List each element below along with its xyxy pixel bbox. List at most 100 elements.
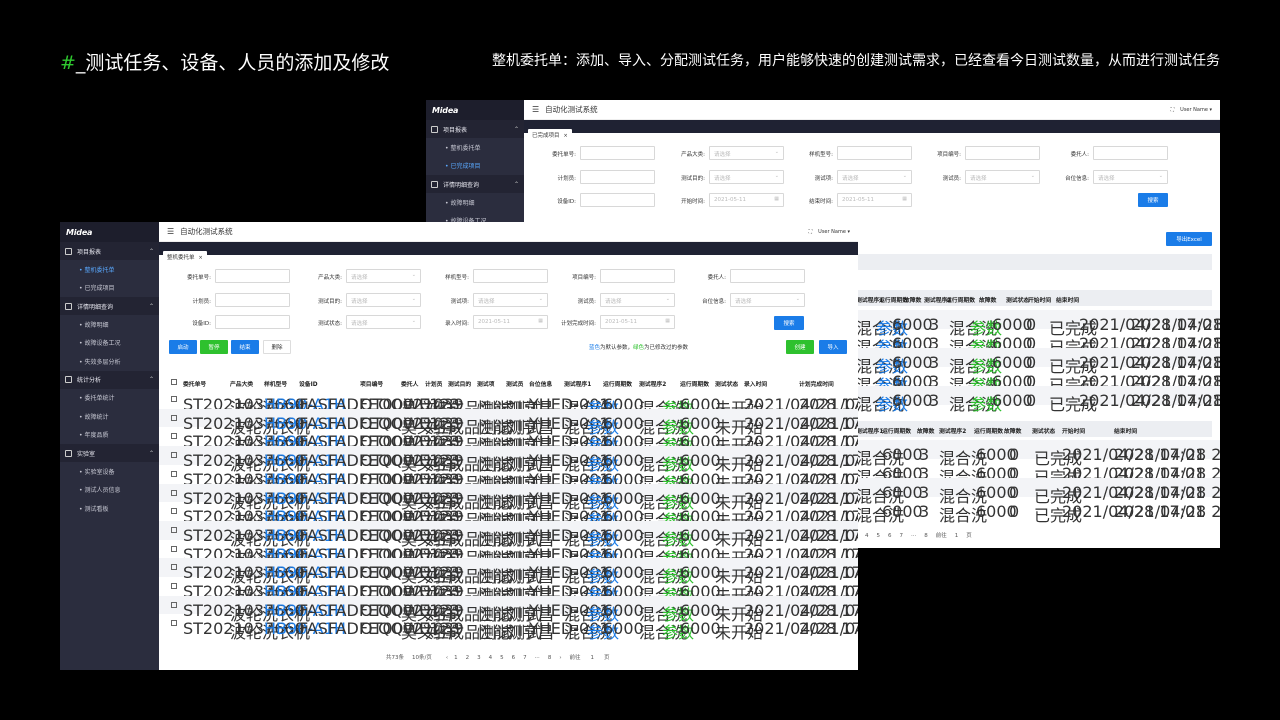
page-number[interactable]: 2: [466, 655, 470, 661]
filter-input[interactable]: [730, 269, 805, 283]
user-menu[interactable]: User Name ▾: [818, 229, 850, 235]
menu-item[interactable]: • 已完成项目: [60, 279, 159, 298]
pause-button[interactable]: 暂停: [200, 340, 228, 354]
page-number[interactable]: 7: [523, 655, 527, 661]
menu-group[interactable]: 详情明细查询 ⌃: [426, 175, 524, 193]
row-checkbox[interactable]: [171, 601, 177, 608]
page-item[interactable]: 1: [955, 533, 959, 539]
menu-item[interactable]: • 故障统计: [60, 407, 159, 426]
table-row: ST2021037660波轮洗衣机HB90-A1HFASFADFEQQWE123…: [159, 483, 858, 512]
menu-item[interactable]: • 故障设备工况: [60, 334, 159, 353]
row-checkbox[interactable]: [171, 564, 177, 571]
next-page-icon[interactable]: ›: [559, 655, 561, 661]
filter-input[interactable]: [580, 170, 655, 184]
row-checkbox[interactable]: [171, 545, 177, 552]
create-button[interactable]: 创建: [786, 340, 814, 354]
menu-item[interactable]: • 测试人员信息: [60, 481, 159, 500]
filter-input[interactable]: [473, 269, 548, 283]
menu-item[interactable]: • 实验室设备: [60, 462, 159, 481]
menu-group[interactable]: 实验室 ⌃: [60, 444, 159, 462]
page-item[interactable]: 5: [877, 533, 881, 539]
page-number[interactable]: 5: [500, 655, 504, 661]
filter-input[interactable]: [580, 146, 655, 160]
filter-input[interactable]: [600, 269, 675, 283]
page-item[interactable]: 8: [924, 533, 928, 539]
page-number[interactable]: 4: [489, 655, 493, 661]
hamburger-icon[interactable]: ☰: [532, 105, 539, 114]
page-number[interactable]: 8: [548, 655, 552, 661]
menu-item[interactable]: • 整机委托单: [426, 138, 524, 157]
fullscreen-icon[interactable]: ⛶: [1171, 107, 1175, 113]
page-number[interactable]: 3: [477, 655, 481, 661]
export-excel-button[interactable]: 导出Excel: [1166, 232, 1212, 246]
search-button[interactable]: 搜索: [1138, 193, 1168, 207]
page-number[interactable]: 6: [512, 655, 516, 661]
fullscreen-icon[interactable]: ⛶: [809, 229, 813, 235]
menu-item[interactable]: • 故障明细: [426, 193, 524, 212]
start-button[interactable]: 启动: [169, 340, 197, 354]
filter-input[interactable]: 请选择 ⌄: [1093, 170, 1168, 184]
page-number[interactable]: ···: [535, 655, 540, 661]
filter-input[interactable]: 请选择 ⌄: [730, 293, 805, 307]
page-item[interactable]: 6: [888, 533, 892, 539]
filter-input[interactable]: 请选择 ⌄: [709, 170, 784, 184]
row-checkbox[interactable]: [171, 433, 177, 440]
filter-input[interactable]: [965, 146, 1040, 160]
user-menu[interactable]: User Name ▾: [1180, 107, 1212, 113]
page-item[interactable]: 前往: [936, 533, 947, 539]
row-checkbox[interactable]: [171, 508, 177, 515]
page-item[interactable]: ···: [911, 533, 916, 539]
page-number[interactable]: 1: [454, 655, 458, 661]
chevron-down-icon: ⌄: [795, 296, 800, 302]
prev-page-icon[interactable]: ‹: [446, 655, 448, 661]
page-item[interactable]: 7: [900, 533, 904, 539]
page-item[interactable]: 4: [865, 533, 869, 539]
filter-input[interactable]: 2021-05-11 ▦: [473, 315, 548, 329]
filter-input[interactable]: 2021-05-11 ▦: [837, 193, 912, 207]
page-size-select[interactable]: 10条/页: [412, 655, 432, 661]
filter-input[interactable]: 请选择 ⌄: [600, 293, 675, 307]
filter-input[interactable]: 2021-05-11 ▦: [709, 193, 784, 207]
menu-group[interactable]: 详情明细查询 ⌃: [60, 297, 159, 315]
filter-input[interactable]: 请选择 ⌄: [346, 315, 421, 329]
row-checkbox[interactable]: [171, 489, 177, 496]
filter-input[interactable]: 请选择 ⌄: [965, 170, 1040, 184]
menu-item[interactable]: • 整机委托单: [60, 260, 159, 279]
filter-input[interactable]: 请选择 ⌄: [346, 269, 421, 283]
menu-item[interactable]: • 委托单统计: [60, 389, 159, 408]
menu-item[interactable]: • 测试看板: [60, 499, 159, 518]
filter-input[interactable]: [580, 193, 655, 207]
filter-input[interactable]: [837, 146, 912, 160]
filter-input[interactable]: [215, 315, 290, 329]
menu-group[interactable]: 项目报表 ⌃: [426, 120, 524, 138]
filter-input[interactable]: 2021-05-11 ▦: [600, 315, 675, 329]
filter-input[interactable]: 请选择 ⌄: [473, 293, 548, 307]
menu-item[interactable]: • 故障明细: [60, 315, 159, 334]
import-button[interactable]: 导入: [819, 340, 847, 354]
menu-item[interactable]: • 已完成项目: [426, 157, 524, 176]
delete-button[interactable]: 删除: [263, 340, 291, 354]
menu-group[interactable]: 统计分析 ⌃: [60, 370, 159, 389]
filter-input[interactable]: [215, 293, 290, 307]
filter-input[interactable]: 请选择 ⌄: [346, 293, 421, 307]
filter-input[interactable]: [1093, 146, 1168, 160]
row-checkbox[interactable]: [171, 452, 177, 459]
filter-input[interactable]: 请选择 ⌄: [709, 146, 784, 160]
menu-item[interactable]: • 年度品质: [60, 426, 159, 445]
row-checkbox[interactable]: [171, 470, 177, 477]
row-checkbox[interactable]: [171, 414, 177, 421]
row-checkbox[interactable]: [171, 620, 177, 627]
page-item[interactable]: 页: [966, 533, 972, 539]
menu-item[interactable]: • 失效多层分析: [60, 352, 159, 371]
menu-group[interactable]: 项目报表 ⌃: [60, 242, 159, 260]
row-checkbox[interactable]: [171, 396, 177, 402]
select-all-checkbox[interactable]: [171, 379, 177, 385]
filter-input[interactable]: 请选择 ⌄: [837, 170, 912, 184]
hamburger-icon[interactable]: ☰: [167, 227, 174, 236]
search-button[interactable]: 搜索: [774, 316, 804, 330]
goto-input[interactable]: 1: [591, 655, 595, 661]
row-checkbox[interactable]: [171, 583, 177, 589]
filter-input[interactable]: [215, 269, 290, 283]
row-checkbox[interactable]: [171, 526, 177, 533]
end-button[interactable]: 结束: [231, 340, 259, 354]
